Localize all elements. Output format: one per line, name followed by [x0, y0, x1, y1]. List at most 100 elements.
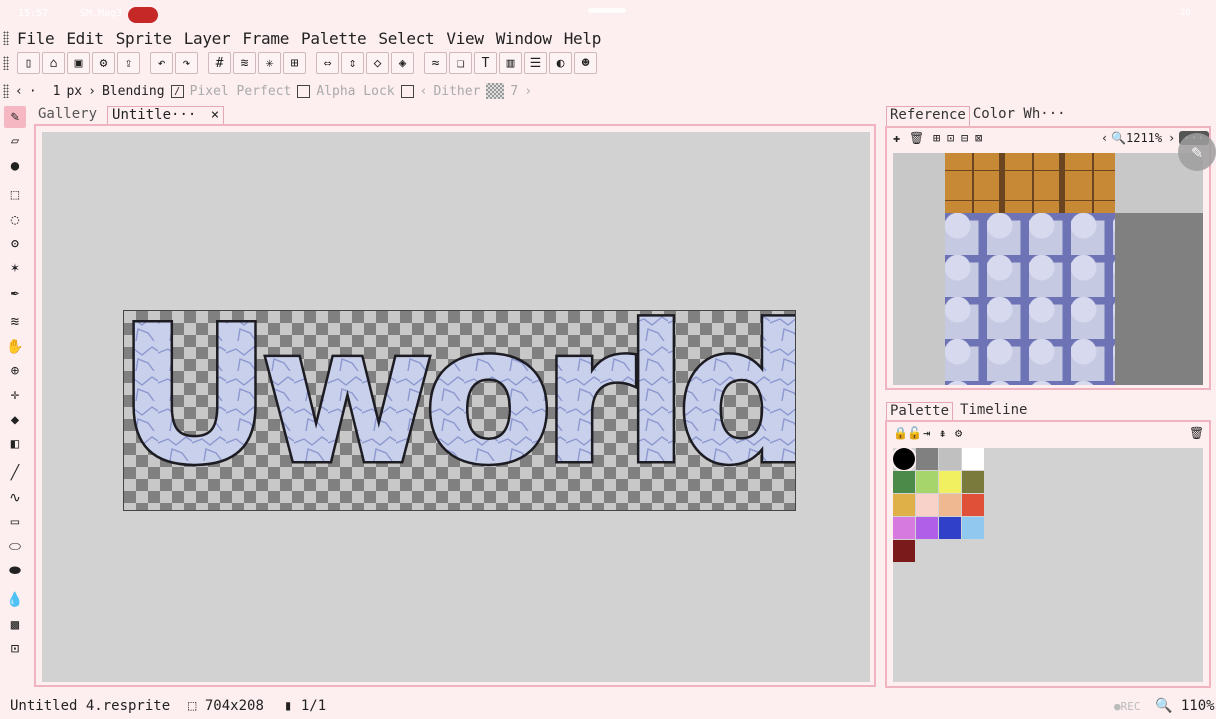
export-icon[interactable]: ⇪ — [117, 52, 140, 74]
palette-settings-icon[interactable]: ⚙ — [955, 426, 962, 440]
tab-gallery[interactable]: Gallery — [34, 106, 101, 124]
zoom-icon[interactable]: ⊕ — [4, 360, 26, 382]
palette-swatch[interactable] — [939, 494, 961, 516]
sprite-canvas[interactable]: Uworld — [123, 310, 796, 511]
crosshair-icon[interactable]: ✛ — [4, 384, 26, 406]
hand-icon[interactable]: ✋ — [4, 336, 26, 358]
zoom-level[interactable]: 🔍 110% — [1155, 698, 1215, 714]
menu-select[interactable]: Select — [378, 29, 434, 48]
rotate-ccw-icon[interactable]: ◈ — [391, 52, 414, 74]
toolbar-grip-icon[interactable] — [3, 56, 9, 70]
palette-swatch[interactable] — [939, 448, 961, 470]
reference-image-view[interactable] — [893, 153, 1203, 385]
ref-zoom-next-icon[interactable]: › — [1168, 131, 1175, 145]
symmetry-icon[interactable]: ≋ — [233, 52, 256, 74]
eraser-icon[interactable]: ▱ — [4, 130, 26, 152]
menu-frame[interactable]: Frame — [242, 29, 289, 48]
dither-prev-icon[interactable]: ‹ — [420, 84, 428, 99]
rotate-cw-icon[interactable]: ◇ — [366, 52, 389, 74]
palette-swatch[interactable] — [962, 517, 984, 539]
ref-add-icon[interactable]: ✚ — [893, 131, 900, 145]
palette-swatch[interactable] — [962, 494, 984, 516]
palette-swatch[interactable] — [939, 471, 961, 493]
magic-wand-icon[interactable]: ✶ — [4, 257, 26, 279]
text-icon[interactable]: T — [474, 52, 497, 74]
save-icon[interactable]: ▣ — [67, 52, 90, 74]
dither-icon[interactable]: ▩ — [4, 614, 26, 636]
menu-window[interactable]: Window — [496, 29, 552, 48]
dither-pattern-swatch[interactable] — [486, 83, 505, 99]
ref-pin-icon[interactable]: ⊠ — [975, 131, 982, 145]
edit-fab-icon[interactable]: ✎ — [1178, 133, 1216, 171]
ref-fit-icon[interactable]: ⊞ — [933, 131, 940, 145]
contrast-icon[interactable]: ◐ — [549, 52, 572, 74]
options-grip-icon[interactable] — [3, 84, 9, 98]
palette-swatch[interactable] — [962, 448, 984, 470]
tab-timeline[interactable]: Timeline — [957, 402, 1030, 422]
stamp-icon[interactable]: ⊡ — [4, 638, 26, 660]
menu-layer[interactable]: Layer — [184, 29, 231, 48]
ref-zoom-value[interactable]: 1211% — [1126, 131, 1162, 145]
menu-help[interactable]: Help — [564, 29, 602, 48]
gradient-icon[interactable]: ◧ — [4, 433, 26, 455]
flip-h-icon[interactable]: ⇔ — [316, 52, 339, 74]
palette-swatch[interactable] — [916, 471, 938, 493]
filled-shape-icon[interactable]: ⬬ — [4, 560, 26, 582]
palette-merge-icon[interactable]: ⇞ — [939, 426, 946, 440]
palette-delete-icon[interactable]: 🗑 — [1189, 426, 1204, 440]
blending-label[interactable]: Blending — [102, 84, 165, 99]
menu-grip-icon[interactable] — [3, 31, 9, 45]
palette-swatch[interactable] — [916, 517, 938, 539]
close-tab-icon[interactable]: × — [211, 107, 219, 123]
smudge-icon[interactable]: 💧 — [4, 589, 26, 611]
palette-swatch[interactable] — [962, 471, 984, 493]
menu-edit[interactable]: Edit — [66, 29, 104, 48]
palette-lock-icon[interactable]: 🔒 — [893, 426, 908, 440]
size-decrease-icon[interactable]: ‹ — [15, 84, 23, 99]
pencil-icon[interactable]: ✎ — [4, 106, 26, 128]
menu-file[interactable]: File — [17, 29, 55, 48]
tab-color-wheel[interactable]: Color Wh··· — [970, 106, 1069, 126]
menu-sprite[interactable]: Sprite — [116, 29, 172, 48]
alpha-lock-checkbox[interactable] — [400, 84, 414, 98]
ellipse-select-icon[interactable]: ◌ — [4, 209, 26, 231]
ref-flip-icon[interactable]: ⊟ — [961, 131, 968, 145]
flip-v-icon[interactable]: ⇕ — [341, 52, 364, 74]
rectangle-icon[interactable]: ▭ — [4, 511, 26, 533]
open-file-icon[interactable]: ⌂ — [42, 52, 65, 74]
line-icon[interactable]: ╱ — [4, 462, 26, 484]
palette-swatch[interactable] — [893, 517, 915, 539]
settings-icon[interactable]: ⚙ — [92, 52, 115, 74]
ref-delete-icon[interactable]: 🗑 — [909, 131, 924, 145]
brush-size-value[interactable]: 1 — [53, 84, 61, 99]
tab-untitled[interactable]: Untitle··· × — [107, 106, 225, 124]
ref-center-icon[interactable]: ⊡ — [947, 131, 954, 145]
rect-select-icon[interactable]: ⬚ — [4, 184, 26, 206]
menu-palette[interactable]: Palette — [301, 29, 367, 48]
align-icon[interactable]: ☰ — [524, 52, 547, 74]
tab-reference[interactable]: Reference — [886, 106, 970, 126]
blending-checkbox[interactable]: / — [170, 84, 184, 98]
new-file-icon[interactable]: ▯ — [17, 52, 40, 74]
palette-swatch[interactable] — [939, 517, 961, 539]
adjust-icon[interactable]: ≈ — [424, 52, 447, 74]
curve-icon[interactable]: ∿ — [4, 487, 26, 509]
tab-palette[interactable]: Palette — [886, 402, 954, 422]
palette-swatch[interactable] — [893, 494, 915, 516]
eyedropper-icon[interactable]: ✒ — [4, 282, 26, 304]
bucket-icon[interactable]: ◆ — [4, 409, 26, 431]
menu-view[interactable]: View — [446, 29, 484, 48]
palette-unlock-icon[interactable]: 🔓 — [907, 426, 922, 440]
move-layer-icon[interactable]: ≋ — [4, 311, 26, 333]
ref-zoom-prev-icon[interactable]: ‹ — [1101, 131, 1108, 145]
ellipse-icon[interactable]: ⬭ — [4, 536, 26, 558]
palette-icon[interactable]: ☻ — [574, 52, 597, 74]
palette-swatch[interactable] — [916, 494, 938, 516]
lasso-icon[interactable]: ʘ — [4, 233, 26, 255]
undo-icon[interactable]: ↶ — [150, 52, 173, 74]
palette-swatch[interactable] — [893, 540, 915, 562]
palette-swatch[interactable] — [916, 448, 938, 470]
pixel-perfect-checkbox[interactable] — [297, 84, 311, 98]
pixel-grid-icon[interactable]: ⊞ — [283, 52, 306, 74]
grid-icon[interactable]: # — [208, 52, 231, 74]
